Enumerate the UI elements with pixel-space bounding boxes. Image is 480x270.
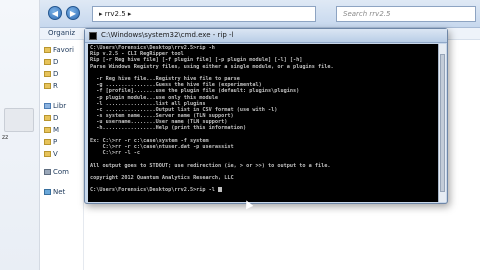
nav-item-pictures[interactable]: P [44, 138, 57, 146]
cmd-output-text: C:\Users\Forensics\Desktop\rrv2.5>rip -h… [90, 45, 334, 194]
cmd-output-area[interactable]: C:\Users\Forensics\Desktop\rrv2.5>rip -h… [88, 44, 438, 202]
nav-item-libraries[interactable]: Libr [44, 102, 66, 110]
cmd-window[interactable]: C:\Windows\system32\cmd.exe - rip -l C:\… [84, 28, 448, 204]
nav-item-videos[interactable]: V [44, 150, 58, 158]
cmd-output-line: All output goes to STDOUT; use redirecti… [90, 162, 331, 169]
computer-icon [44, 169, 51, 175]
folder-icon [44, 127, 51, 133]
nav-item-favorites[interactable]: Favori [44, 46, 74, 54]
cmd-scrollbar[interactable] [438, 44, 446, 202]
folder-icon [44, 139, 51, 145]
desktop-background: zz [0, 0, 40, 270]
cmd-output-line: C:\Users\Forensics\Desktop\rrv2.5>rip -l [90, 187, 334, 193]
nav-item-documents[interactable]: D [44, 114, 58, 122]
cmd-output-line: -f [profile].......use the plugin file (… [90, 88, 300, 95]
desktop-file-label: zz [2, 134, 9, 141]
library-icon [44, 103, 51, 109]
explorer-toolbar: ◀ ▶ ▸ rrv2.5 ▸ Search rrv2.5 [40, 0, 480, 28]
cmd-output-line: Parse Windows Registry files, using eith… [90, 63, 334, 70]
cmd-output-line: Rip [-r Reg hive file] [-f plugin file] … [90, 57, 303, 64]
star-icon [44, 47, 51, 53]
network-icon [44, 189, 51, 195]
cmd-titlebar[interactable]: C:\Windows\system32\cmd.exe - rip -l [85, 29, 447, 43]
folder-icon [44, 83, 51, 89]
nav-item-downloads[interactable]: D [44, 70, 58, 78]
back-arrow-icon[interactable]: ◀ [48, 6, 62, 20]
search-input[interactable]: Search rrv2.5 [336, 6, 476, 22]
nav-item-music[interactable]: M [44, 126, 59, 134]
desktop-file-icon[interactable] [4, 108, 34, 132]
folder-icon [44, 115, 51, 121]
nav-item-recent[interactable]: R [44, 82, 58, 90]
nav-item-desktop[interactable]: D [44, 58, 58, 66]
forward-arrow-icon[interactable]: ▶ [66, 6, 80, 20]
cmd-window-title: C:\Windows\system32\cmd.exe - rip -l [101, 31, 234, 39]
text-cursor [218, 187, 223, 193]
folder-icon [44, 59, 51, 65]
cmd-scrollbar-thumb[interactable] [440, 54, 445, 192]
folder-icon [44, 71, 51, 77]
organize-menu[interactable]: Organiz [48, 29, 75, 37]
folder-icon [44, 151, 51, 157]
cmd-icon [89, 32, 97, 40]
nav-item-computer[interactable]: Com [44, 168, 69, 176]
navigation-pane: Favori D D R Libr D M P V Com Net [40, 40, 84, 270]
nav-item-network[interactable]: Net [44, 188, 65, 196]
address-bar[interactable]: ▸ rrv2.5 ▸ [92, 6, 316, 22]
